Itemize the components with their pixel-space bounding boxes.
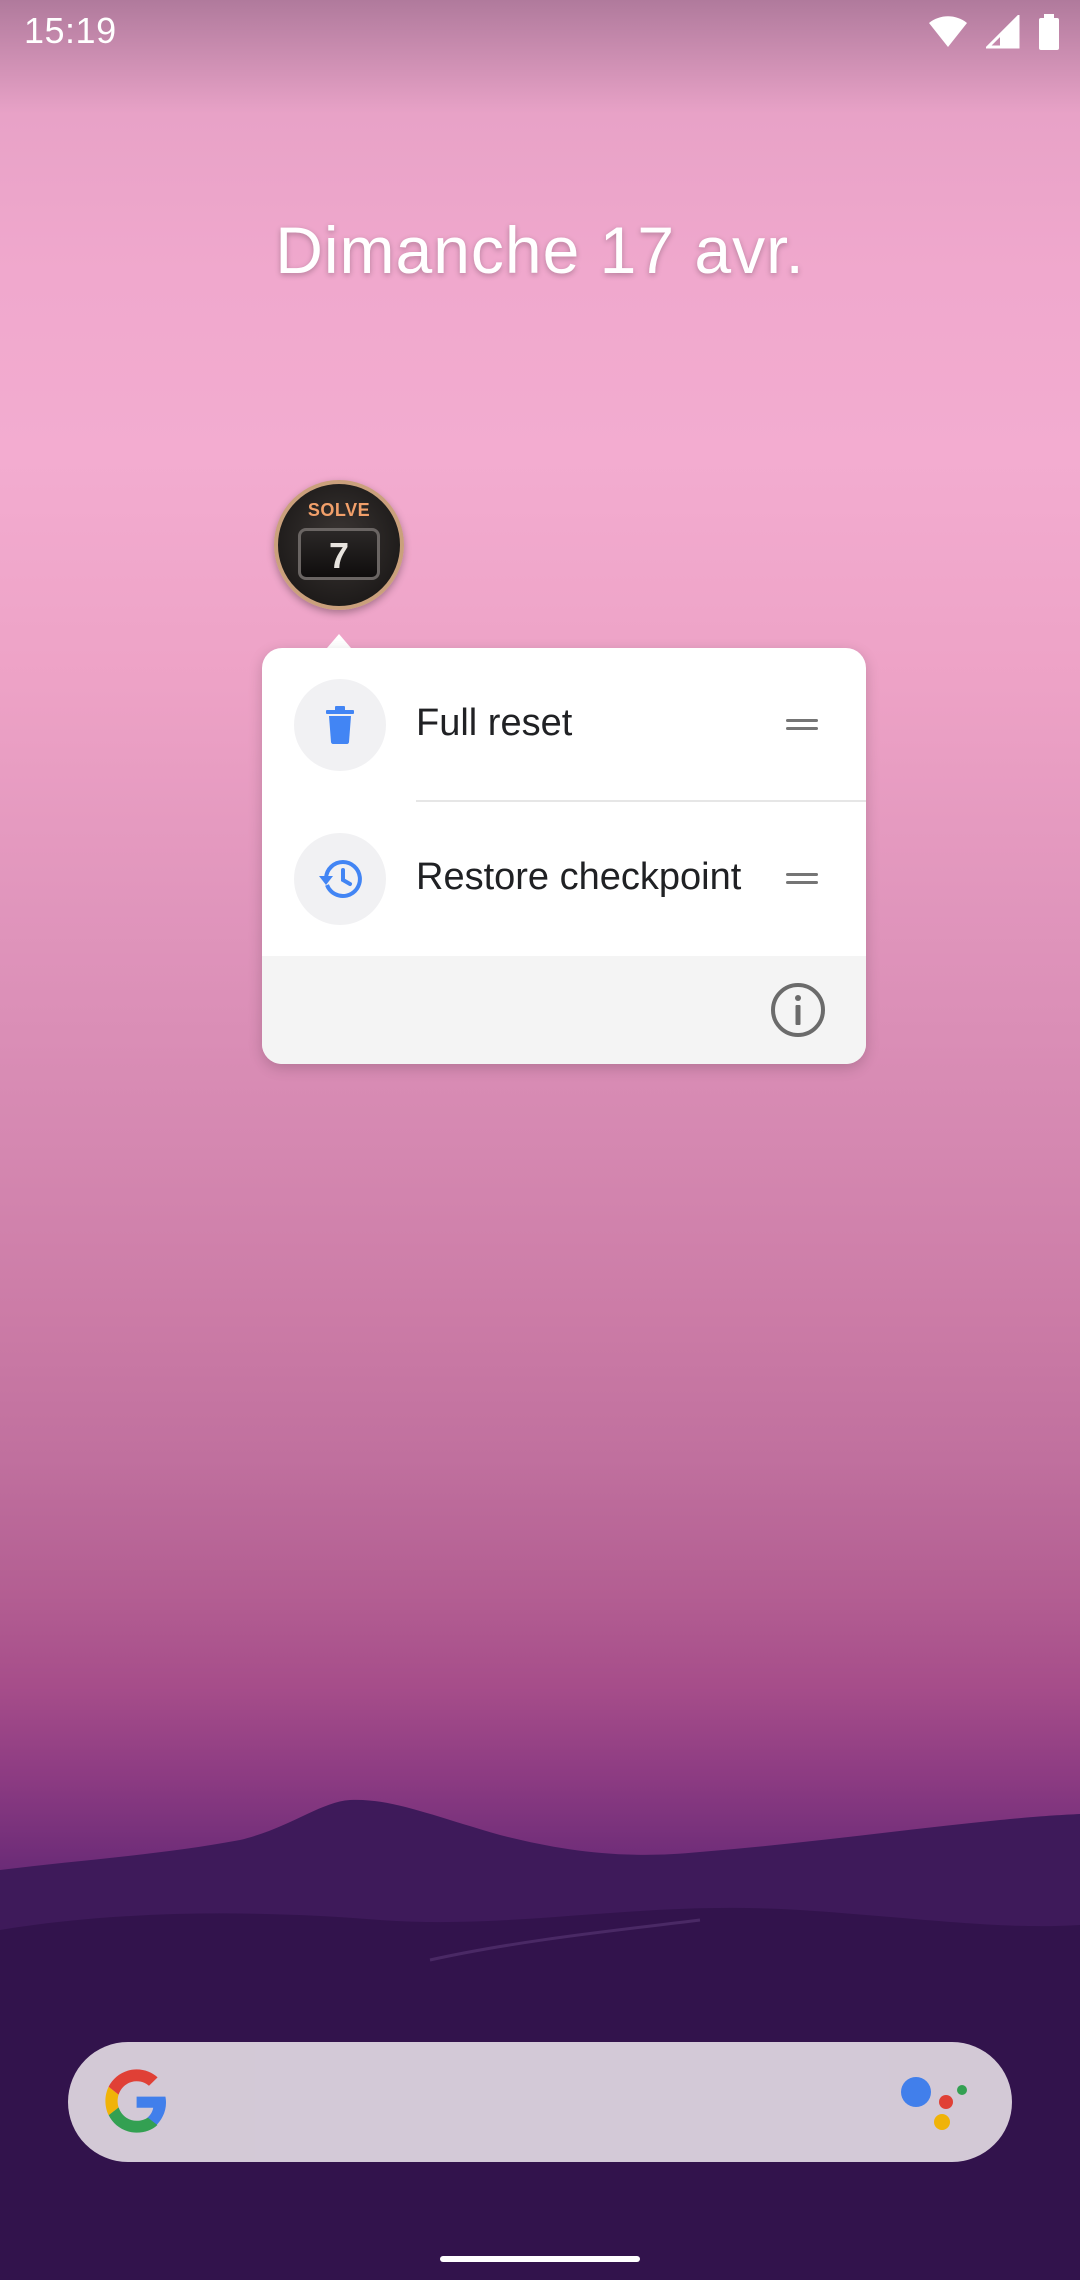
app-shortcut-menu: Full reset Restore checkpoint [262, 648, 866, 1064]
solve-app-icon[interactable]: SOLVE 7 [274, 480, 404, 610]
drag-handle-icon[interactable] [786, 873, 818, 885]
home-screen: 15:19 Dimanche 17 avr. SOLVE 7 Full rese… [0, 0, 1080, 2280]
shortcut-restore-checkpoint[interactable]: Restore checkpoint [262, 802, 866, 956]
trash-icon [294, 679, 386, 771]
shortcut-label: Restore checkpoint [416, 856, 742, 898]
status-bar: 15:19 [0, 0, 1080, 64]
app-icon-digit-box: 7 [298, 528, 380, 580]
shortcut-label: Full reset [416, 702, 573, 744]
wifi-icon [929, 16, 967, 47]
app-icon-digit: 7 [328, 535, 350, 576]
popup-arrow [327, 634, 351, 648]
google-assistant-icon[interactable] [900, 2072, 970, 2134]
info-icon[interactable] [770, 982, 826, 1038]
app-icon-badge-text: SOLVE [307, 500, 371, 520]
battery-icon [1039, 14, 1059, 50]
home-gesture-bar[interactable] [440, 2256, 640, 2262]
restore-history-icon [294, 833, 386, 925]
status-icons [928, 14, 1060, 50]
drag-handle-icon[interactable] [786, 719, 818, 731]
status-time: 15:19 [24, 10, 117, 51]
shortcut-full-reset[interactable]: Full reset [262, 648, 866, 802]
shortcut-menu-footer [262, 956, 866, 1064]
date-display[interactable]: Dimanche 17 avr. [0, 212, 1080, 288]
google-search-bar[interactable] [68, 2042, 1012, 2162]
wallpaper-hills [0, 1799, 1080, 2280]
cellular-signal-icon [986, 15, 1020, 49]
google-g-icon[interactable] [102, 2068, 170, 2136]
